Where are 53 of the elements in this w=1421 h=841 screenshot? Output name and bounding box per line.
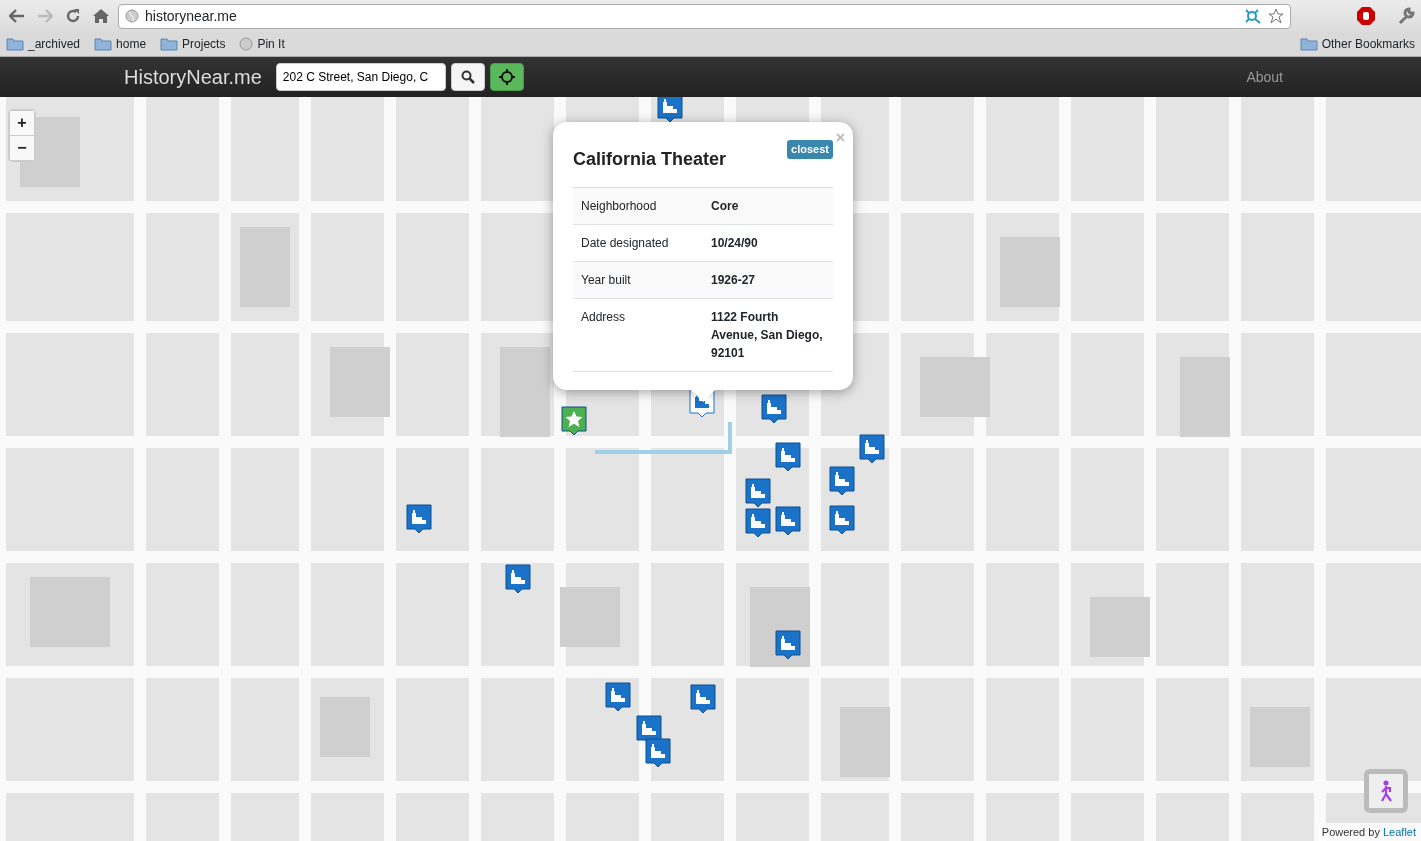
landmark-marker-icon[interactable] xyxy=(775,442,801,472)
zoom-in-button[interactable]: + xyxy=(10,111,34,135)
landmark-marker-icon[interactable] xyxy=(745,478,771,508)
field-label: Address xyxy=(573,298,703,372)
address-bar[interactable]: historynear.me xyxy=(118,3,1291,29)
landmark-marker-icon[interactable] xyxy=(829,466,855,496)
closest-badge: closest xyxy=(787,140,833,159)
bookmark-label: home xyxy=(116,36,147,53)
landmark-marker-icon[interactable] xyxy=(690,684,716,714)
landmark-marker-icon[interactable] xyxy=(761,394,787,424)
folder-icon xyxy=(6,37,24,51)
walk-button[interactable] xyxy=(1364,769,1408,813)
field-value: 1926-27 xyxy=(703,261,833,299)
crosshair-icon xyxy=(498,69,515,85)
locate-button[interactable] xyxy=(489,63,524,91)
address-input[interactable]: 202 C Street, San Diego, C xyxy=(275,63,446,91)
field-value: 10/24/90 xyxy=(703,224,833,262)
field-value: 1122 Fourth Avenue, San Diego, 92101 xyxy=(703,298,833,372)
search-icon xyxy=(460,70,475,84)
bookmark-label: _archived xyxy=(28,36,81,53)
landmark-marker-icon[interactable] xyxy=(745,508,771,538)
popup-title: California Theater xyxy=(573,148,727,171)
extension-icon[interactable] xyxy=(1244,8,1262,24)
landmark-marker-icon[interactable] xyxy=(505,564,531,594)
walking-person-icon xyxy=(1378,780,1394,802)
field-value: Core xyxy=(703,187,833,225)
landmark-marker-icon[interactable] xyxy=(645,738,671,768)
globe-icon xyxy=(125,9,139,23)
landmark-marker-icon[interactable] xyxy=(775,630,801,660)
star-marker-icon[interactable] xyxy=(561,406,587,436)
bookmark-label: Projects xyxy=(182,36,226,53)
leaflet-link[interactable]: Leaflet xyxy=(1382,825,1416,838)
bookmark-label[interactable]: Other Bookmarks xyxy=(1321,35,1415,53)
about-link[interactable]: About xyxy=(1246,66,1283,88)
bookmark-label: Pin It xyxy=(257,36,285,53)
field-label: Year built xyxy=(573,261,703,299)
folder-icon xyxy=(1299,37,1318,51)
search-button[interactable] xyxy=(450,63,485,91)
site-title[interactable]: HistoryNear.me xyxy=(124,62,262,92)
folder-icon xyxy=(94,37,113,51)
landmark-marker-icon[interactable] xyxy=(775,506,801,536)
field-label: Date designated xyxy=(573,224,703,262)
landmark-marker-icon[interactable] xyxy=(605,682,631,712)
star-icon[interactable] xyxy=(1268,8,1284,24)
wrench-icon[interactable] xyxy=(1397,7,1415,25)
zoom-out-button[interactable]: − xyxy=(10,136,34,160)
folder-icon xyxy=(160,37,179,51)
globe-icon xyxy=(239,37,254,51)
field-label: Neighborhood xyxy=(573,187,703,225)
landmark-marker-icon[interactable] xyxy=(829,505,855,535)
landmark-marker-icon[interactable] xyxy=(406,504,432,534)
stop-sign-icon[interactable] xyxy=(1357,7,1375,25)
landmark-marker-icon[interactable] xyxy=(859,434,885,464)
